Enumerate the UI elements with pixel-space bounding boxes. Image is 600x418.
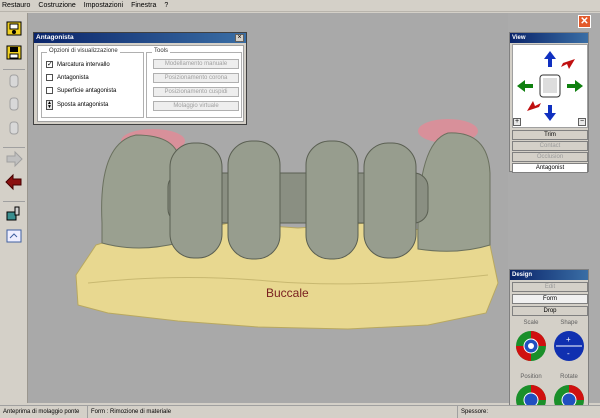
menu-help[interactable]: ? bbox=[164, 2, 168, 9]
edit-button[interactable]: Edit bbox=[512, 282, 588, 292]
save-file-icon[interactable] bbox=[3, 41, 25, 63]
sposta-label: Sposta antagonista bbox=[57, 102, 109, 108]
tools-group: Tools Modellamento manuale Posizionament… bbox=[146, 48, 242, 118]
option-marcatura[interactable]: ✓ Marcatura intervallo bbox=[46, 61, 110, 68]
molaggio-button[interactable]: Molaggio virtuale bbox=[153, 101, 239, 111]
sposta-spinner[interactable]: ▲ ▼ bbox=[46, 100, 53, 110]
superficie-checkbox[interactable] bbox=[46, 87, 53, 94]
posizionamento-cuspidi-button[interactable]: Posizionamento cuspidi bbox=[153, 87, 239, 97]
shape-control-icon[interactable]: + - bbox=[550, 328, 588, 364]
drop-button[interactable]: Drop bbox=[512, 306, 588, 316]
status-right: Spessore: bbox=[461, 409, 489, 415]
position-label: Position bbox=[520, 374, 542, 380]
antagonista-label: Antagonista bbox=[57, 74, 89, 81]
option-sposta[interactable]: ▲ ▼ Sposta antagonista bbox=[46, 100, 108, 110]
menu-costruzione[interactable]: Costruzione bbox=[38, 2, 75, 9]
viewport-caption: Buccale bbox=[266, 286, 309, 300]
open-file-icon[interactable] bbox=[3, 17, 25, 39]
status-mid: Form : Rimozione di materiale bbox=[88, 406, 458, 418]
zoom-in-button[interactable]: + bbox=[513, 118, 521, 126]
marcatura-label: Marcatura intervallo bbox=[57, 61, 110, 68]
view-navigator[interactable] bbox=[512, 44, 588, 128]
tooth-icon-2[interactable] bbox=[3, 93, 25, 115]
arrow-left-icon[interactable] bbox=[3, 171, 25, 193]
antagonista-title: Antagonista bbox=[34, 33, 246, 43]
option-superficie[interactable]: Superficie antagonista bbox=[46, 87, 116, 94]
tools-group-title: Tools bbox=[152, 48, 171, 54]
zoom-out-button[interactable]: − bbox=[578, 118, 586, 126]
antagonista-checkbox[interactable] bbox=[46, 74, 53, 81]
contact-button[interactable]: Contact bbox=[512, 141, 588, 151]
menu-restauro[interactable]: Restauro bbox=[2, 2, 30, 9]
antagonista-close-button[interactable]: × bbox=[235, 34, 244, 42]
options-group: Opzioni di visualizzazione ✓ Marcatura i… bbox=[41, 48, 144, 118]
tooth-icon-1[interactable] bbox=[3, 69, 25, 91]
svg-text:-: - bbox=[567, 349, 570, 358]
antagonista-body: Opzioni di visualizzazione ✓ Marcatura i… bbox=[37, 45, 244, 122]
view-panel-title: View bbox=[510, 33, 588, 43]
window-close-button[interactable]: ✕ bbox=[578, 15, 591, 28]
design-panel: Design Edit Form Drop Scale Shape + - Pos… bbox=[509, 269, 589, 418]
scale-label: Scale bbox=[523, 320, 539, 326]
export-screen-icon[interactable] bbox=[3, 225, 25, 247]
marcatura-checkbox[interactable]: ✓ bbox=[46, 61, 53, 68]
antagonist-button[interactable]: Antagonist bbox=[512, 163, 588, 173]
scale-control-icon[interactable] bbox=[512, 328, 550, 364]
form-button[interactable]: Form bbox=[512, 294, 588, 304]
menu-bar: Restauro Costruzione Impostazioni Finest… bbox=[0, 0, 600, 12]
arrow-right-icon[interactable] bbox=[3, 147, 25, 169]
tool-probe-icon[interactable] bbox=[3, 201, 25, 223]
antagonista-dialog: Antagonista × Opzioni di visualizzazione… bbox=[33, 32, 247, 125]
view-panel: View + − Trim Contact Occlusion Antagoni… bbox=[509, 32, 589, 173]
menu-impostazioni[interactable]: Impostazioni bbox=[84, 2, 123, 9]
posizionamento-corona-button[interactable]: Posizionamento corona bbox=[153, 73, 239, 83]
rotate-label: Rotate bbox=[560, 374, 578, 380]
left-toolbar bbox=[0, 13, 28, 403]
superficie-label: Superficie antagonista bbox=[57, 87, 117, 94]
status-left: Anteprima di molaggio ponte bbox=[0, 406, 88, 418]
option-antagonista[interactable]: Antagonista bbox=[46, 74, 89, 81]
view-rotate-arrows-icon[interactable] bbox=[513, 45, 587, 127]
options-group-title: Opzioni di visualizzazione bbox=[47, 48, 120, 54]
modellamento-button[interactable]: Modellamento manuale bbox=[153, 59, 239, 69]
status-bar: Anteprima di molaggio ponte Form : Rimoz… bbox=[0, 405, 600, 418]
occlusion-button[interactable]: Occlusion bbox=[512, 152, 588, 162]
svg-text:+: + bbox=[566, 335, 571, 344]
menu-finestra[interactable]: Finestra bbox=[131, 2, 156, 9]
tooth-icon-3[interactable] bbox=[3, 117, 25, 139]
trim-button[interactable]: Trim bbox=[512, 130, 588, 140]
design-panel-title: Design bbox=[510, 270, 588, 280]
shape-label: Shape bbox=[560, 320, 578, 326]
